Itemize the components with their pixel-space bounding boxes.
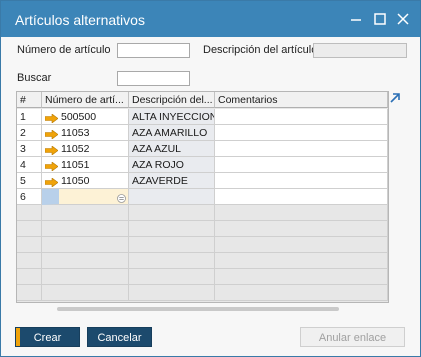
item-description-field [313, 43, 407, 58]
column-header-item-number[interactable]: Número de artí... [42, 92, 129, 108]
expand-icon[interactable] [389, 92, 401, 104]
empty-grid-cell [215, 205, 388, 221]
description-cell[interactable] [129, 189, 215, 205]
empty-grid-cell [17, 237, 42, 253]
empty-grid-cell [129, 269, 215, 285]
item-description-label: Descripción del artículo [203, 44, 318, 56]
search-input[interactable] [117, 71, 190, 86]
empty-grid-cell [215, 269, 388, 285]
horizontal-scrollbar[interactable] [57, 307, 339, 311]
comments-cell[interactable] [215, 141, 388, 157]
create-button-label: Crear [33, 332, 62, 344]
choose-from-list-icon[interactable] [117, 192, 126, 204]
row-number-cell[interactable]: 4 [17, 157, 42, 173]
item-number-field[interactable] [117, 43, 190, 58]
empty-grid-cell [215, 253, 388, 269]
unlink-button: Anular enlace [300, 327, 405, 347]
empty-grid-cell [129, 237, 215, 253]
item-number-cell[interactable]: 500500 [42, 109, 129, 125]
empty-grid-cell [129, 221, 215, 237]
alternative-items-window: Artículos alternativos Número de artícul… [0, 0, 421, 357]
link-arrow-icon[interactable] [44, 128, 59, 140]
unlink-button-label: Anular enlace [318, 332, 387, 344]
empty-grid-cell [42, 221, 129, 237]
row-number-cell[interactable]: 3 [17, 141, 42, 157]
create-button[interactable]: Crear [15, 327, 80, 347]
item-number-text: 500500 [61, 111, 97, 123]
comments-cell[interactable] [215, 173, 388, 189]
link-arrow-icon[interactable] [44, 144, 59, 156]
comments-cell[interactable] [215, 157, 388, 173]
row-number-cell[interactable]: 5 [17, 173, 42, 189]
description-cell[interactable]: AZA AMARILLO [129, 125, 215, 141]
item-number-cell[interactable]: 11052 [42, 141, 129, 157]
window-title: Artículos alternativos [15, 12, 145, 28]
description-cell[interactable]: AZA ROJO [129, 157, 215, 173]
item-number-text: 11052 [61, 143, 90, 155]
link-arrow-icon[interactable] [44, 160, 59, 172]
comments-cell[interactable] [215, 189, 388, 205]
search-label: Buscar [17, 72, 52, 84]
item-number-text: 11051 [61, 159, 90, 171]
description-cell[interactable]: AZA AZUL [129, 141, 215, 157]
row-number-cell[interactable]: 2 [17, 125, 42, 141]
item-number-text: 11050 [61, 175, 90, 187]
item-number-cell[interactable]: 11051 [42, 157, 129, 173]
empty-grid-cell [129, 285, 215, 301]
maximize-icon[interactable] [373, 12, 387, 26]
item-number-label: Número de artículo [17, 44, 111, 56]
cancel-button-label: Cancelar [97, 332, 142, 344]
item-number-text: 11053 [61, 127, 90, 139]
description-cell[interactable]: ALTA INYECCION [129, 109, 215, 125]
cancel-button[interactable]: Cancelar [87, 327, 152, 347]
title-bar[interactable]: Artículos alternativos [1, 1, 420, 37]
empty-grid-cell [215, 285, 388, 301]
empty-grid-cell [42, 285, 129, 301]
empty-grid-cell [215, 237, 388, 253]
empty-grid-cell [42, 237, 129, 253]
empty-grid-cell [129, 253, 215, 269]
minimize-icon[interactable] [349, 12, 363, 26]
button-accent [16, 328, 20, 346]
item-number-cell[interactable]: 11053 [42, 125, 129, 141]
row-number-cell[interactable]: 6 [17, 189, 42, 205]
empty-grid-cell [17, 221, 42, 237]
empty-grid-cell [215, 221, 388, 237]
column-header-description[interactable]: Descripción del... [129, 92, 215, 108]
alternative-items-grid: # Número de artí... Descripción del... C… [16, 91, 389, 303]
comments-cell[interactable] [215, 125, 388, 141]
close-icon[interactable] [396, 12, 410, 26]
link-arrow-icon[interactable] [44, 112, 59, 124]
empty-grid-cell [42, 253, 129, 269]
empty-grid-cell [42, 205, 129, 221]
comments-cell[interactable] [215, 109, 388, 125]
empty-grid-cell [42, 269, 129, 285]
row-number-cell[interactable]: 1 [17, 109, 42, 125]
empty-grid-cell [17, 205, 42, 221]
item-number-cell[interactable] [42, 189, 129, 205]
item-number-cell[interactable]: 11050 [42, 173, 129, 189]
empty-grid-cell [129, 205, 215, 221]
empty-grid-cell [17, 285, 42, 301]
column-header-number[interactable]: # [17, 92, 42, 108]
column-header-comments[interactable]: Comentarios [215, 92, 388, 108]
description-cell[interactable]: AZAVERDE [129, 173, 215, 189]
empty-grid-cell [17, 269, 42, 285]
empty-grid-cell [17, 253, 42, 269]
link-arrow-icon[interactable] [44, 176, 59, 188]
